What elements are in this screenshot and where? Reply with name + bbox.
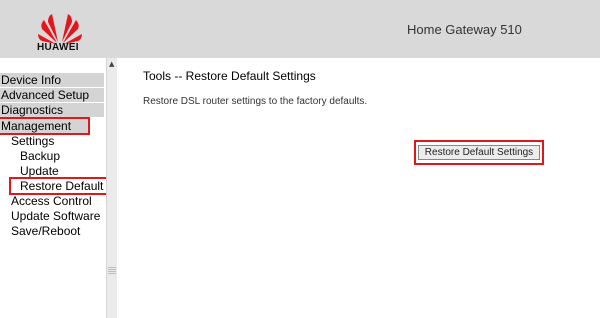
nav-backup[interactable]: Backup — [20, 149, 60, 163]
header-bar: HUAWEI Home Gateway 510 — [0, 0, 600, 58]
nav-access-control[interactable]: Access Control — [11, 194, 92, 208]
nav-diagnostics[interactable]: Diagnostics — [0, 103, 104, 117]
nav-device-info[interactable]: Device Info — [0, 73, 104, 87]
sidebar-scrollbar[interactable]: ▲ — [106, 58, 117, 318]
nav-restore-default[interactable]: Restore Default — [9, 177, 109, 195]
scroll-up-arrow-icon[interactable]: ▲ — [109, 60, 114, 68]
scroll-grip[interactable] — [108, 266, 116, 274]
page-title: Tools -- Restore Default Settings — [143, 69, 316, 83]
product-name: Home Gateway 510 — [407, 22, 522, 37]
nav-advanced-setup[interactable]: Advanced Setup — [0, 88, 104, 102]
brand-name: HUAWEI — [37, 42, 79, 53]
page-description: Restore DSL router settings to the facto… — [143, 96, 368, 107]
nav-management[interactable]: Management — [0, 117, 90, 135]
nav-update-software[interactable]: Update Software — [11, 209, 100, 223]
main-content: Tools -- Restore Default Settings Restor… — [117, 58, 600, 318]
nav-settings[interactable]: Settings — [11, 134, 54, 148]
sidebar-nav: Device Info Advanced Setup Diagnostics M… — [0, 58, 109, 318]
nav-update[interactable]: Update — [20, 164, 59, 178]
restore-button-highlight: Restore Default Settings — [414, 140, 544, 165]
restore-default-settings-button[interactable]: Restore Default Settings — [418, 145, 540, 160]
nav-save-reboot[interactable]: Save/Reboot — [11, 224, 80, 238]
